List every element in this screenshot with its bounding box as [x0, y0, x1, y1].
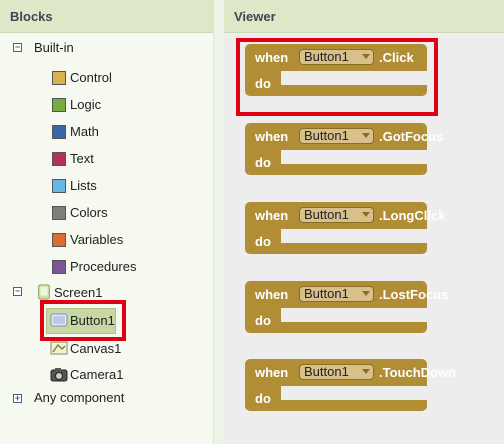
category-math[interactable]: Math: [70, 122, 99, 142]
category-colors-icon: [52, 206, 66, 220]
click-block-highlight-box: [236, 38, 438, 116]
category-procedures[interactable]: Procedures: [70, 257, 136, 277]
event-block-longclick[interactable]: when Button1 .LongClick do: [245, 202, 445, 254]
component-dropdown-label: Button1: [304, 207, 349, 222]
component-dropdown[interactable]: Button1: [299, 128, 374, 144]
when-keyword: when: [255, 208, 289, 223]
component-dropdown[interactable]: Button1: [299, 207, 374, 223]
do-keyword: do: [255, 391, 271, 406]
category-colors[interactable]: Colors: [70, 203, 108, 223]
when-keyword: when: [255, 129, 289, 144]
viewer-panel-title: Viewer: [224, 0, 504, 33]
component-dropdown-label: Button1: [304, 286, 349, 301]
viewer-panel: Viewer when Button1 .Click do when Button1 .Go…: [224, 0, 504, 444]
category-lists-icon: [52, 179, 66, 193]
category-text[interactable]: Text: [70, 149, 94, 169]
camera-icon: [50, 368, 68, 382]
category-control-icon: [52, 71, 66, 85]
do-keyword: do: [255, 313, 271, 328]
do-keyword: do: [255, 234, 271, 249]
block-footer: [281, 243, 427, 254]
category-control[interactable]: Control: [70, 68, 112, 88]
collapse-builtin-icon[interactable]: −: [13, 43, 22, 52]
do-socket[interactable]: [281, 229, 427, 243]
tree-item-any-component[interactable]: Any component: [34, 388, 124, 408]
chevron-down-icon: [362, 133, 370, 138]
component-dropdown[interactable]: Button1: [299, 286, 374, 302]
blocks-panel: Blocks − Built-in Control Logic Math Text Li…: [0, 0, 214, 444]
category-logic-icon: [52, 98, 66, 112]
category-text-icon: [52, 152, 66, 166]
panel-divider[interactable]: [214, 0, 224, 444]
event-name: .TouchDown: [379, 365, 457, 380]
when-keyword: when: [255, 365, 289, 380]
block-footer: [281, 164, 427, 175]
category-procedures-icon: [52, 260, 66, 274]
category-math-icon: [52, 125, 66, 139]
component-dropdown-label: Button1: [304, 128, 349, 143]
component-dropdown-label: Button1: [304, 364, 349, 379]
tree-item-builtin[interactable]: Built-in: [34, 38, 74, 58]
event-name: .LostFocus: [379, 287, 449, 302]
event-name: .GotFocus: [379, 129, 444, 144]
tree-item-canvas1[interactable]: Canvas1: [70, 339, 121, 359]
tree-item-camera1[interactable]: Camera1: [70, 365, 123, 385]
chevron-down-icon: [362, 212, 370, 217]
canvas-icon: [50, 341, 68, 355]
category-variables[interactable]: Variables: [70, 230, 123, 250]
category-variables-icon: [52, 233, 66, 247]
event-block-gotfocus[interactable]: when Button1 .GotFocus do: [245, 123, 443, 175]
screen-icon: [38, 284, 50, 300]
category-lists[interactable]: Lists: [70, 176, 97, 196]
when-keyword: when: [255, 287, 289, 302]
blocks-panel-title: Blocks: [0, 0, 213, 33]
category-logic[interactable]: Logic: [70, 95, 101, 115]
collapse-screen-icon[interactable]: −: [13, 287, 22, 296]
do-socket[interactable]: [281, 150, 427, 164]
do-socket[interactable]: [281, 308, 427, 322]
expand-any-component-icon[interactable]: +: [13, 394, 22, 403]
do-socket[interactable]: [281, 386, 427, 400]
button1-highlight-box: [40, 300, 126, 341]
chevron-down-icon: [362, 291, 370, 296]
event-name: .LongClick: [379, 208, 446, 223]
event-block-touchdown[interactable]: when Button1 .TouchDown do: [245, 359, 456, 411]
do-keyword: do: [255, 155, 271, 170]
block-footer: [281, 322, 427, 333]
event-block-lostfocus[interactable]: when Button1 .LostFocus do: [245, 281, 448, 333]
component-dropdown[interactable]: Button1: [299, 364, 374, 380]
block-footer: [281, 400, 427, 411]
chevron-down-icon: [362, 369, 370, 374]
